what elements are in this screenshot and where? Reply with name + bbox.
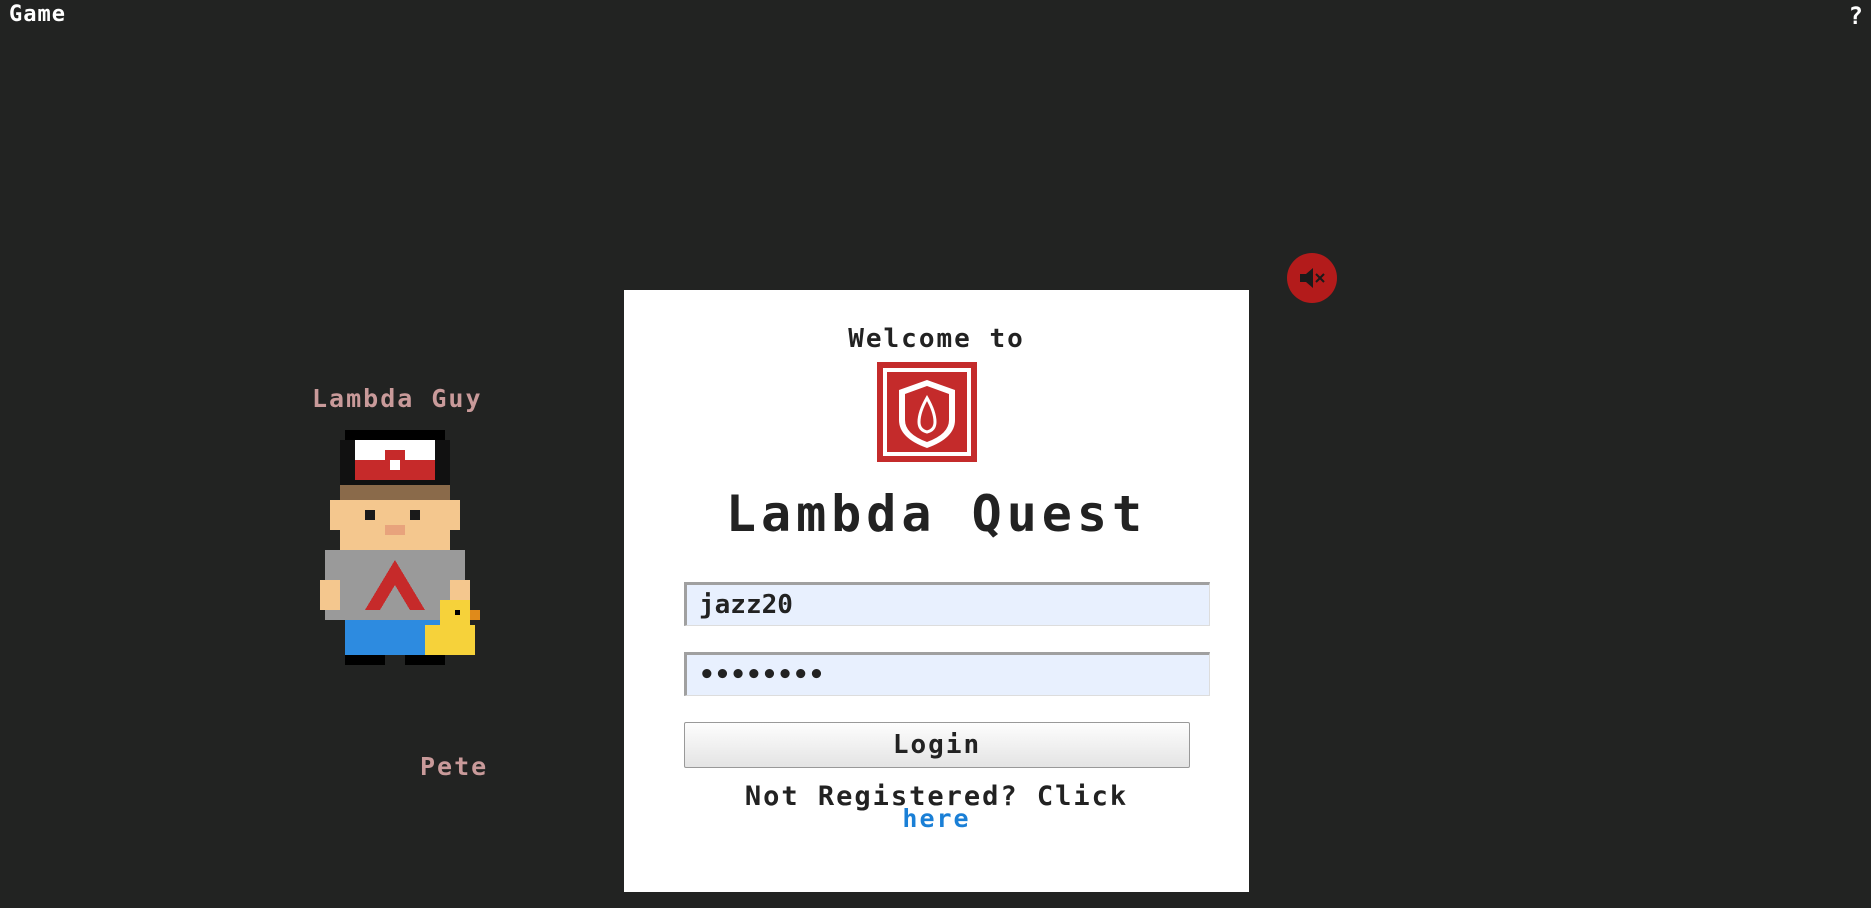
player-character-sprite xyxy=(320,430,480,665)
mute-sound-button[interactable] xyxy=(1287,253,1337,303)
character-name-pete: Pete xyxy=(420,752,489,781)
topbar-title: Game xyxy=(9,2,66,27)
register-link[interactable]: here xyxy=(624,806,1249,831)
login-dialog: Welcome to Lambda Quest Login Not Regist… xyxy=(624,290,1249,892)
help-icon[interactable]: ? xyxy=(1849,2,1863,30)
login-button[interactable]: Login xyxy=(684,722,1190,768)
lambda-quest-shield-logo xyxy=(877,362,977,462)
game-title: Lambda Quest xyxy=(725,485,1148,543)
speaker-muted-icon xyxy=(1300,268,1325,288)
register-prompt: Not Registered? Click here xyxy=(624,783,1249,831)
character-name-lambda-guy: Lambda Guy xyxy=(312,384,483,413)
username-input[interactable] xyxy=(684,582,1210,626)
password-input[interactable] xyxy=(684,652,1210,696)
welcome-text: Welcome to xyxy=(848,324,1025,354)
